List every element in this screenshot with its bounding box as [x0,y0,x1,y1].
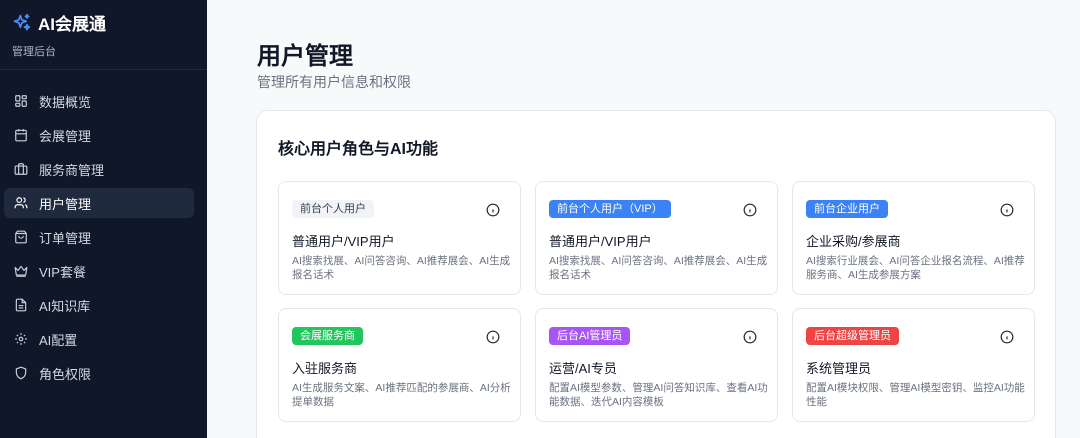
page-subtitle: 管理所有用户信息和权限 [257,74,411,90]
role-title: 普通用户/VIP用户 [549,234,652,249]
role-card-personal-user: 前台个人用户 普通用户/VIP用户 AI搜索找展、AI问答咨询、AI推荐展会、A… [278,181,521,295]
role-title: 运营/AI专员 [549,361,617,376]
role-description: AI搜索找展、AI问答咨询、AI推荐展会、AI生成报名话术 [292,255,511,281]
crown-icon [14,265,28,277]
sidebar-item-label: AI知识库 [39,298,91,314]
role-badge: 前台个人用户（VIP） [549,200,671,218]
role-badge: 后台超级管理员 [806,327,899,345]
users-icon [14,197,28,209]
brand-subtitle: 管理后台 [12,46,56,58]
sidebar: AI会展通 管理后台 数据概览 会展管理 服务商管理 用户管理 订单管理 VIP… [0,0,207,438]
sidebar-item-dashboard[interactable]: 数据概览 [4,86,194,116]
sidebar-item-label: VIP套餐 [39,264,86,280]
briefcase-icon [14,163,28,175]
role-card-service-provider: 会展服务商 入驻服务商 AI生成服务文案、AI推荐匹配的参展商、AI分析提单数据 [278,308,521,422]
brand: AI会展通 管理后台 [0,0,207,70]
panel-title: 核心用户角色与AI功能 [278,141,439,158]
role-card-vip-user: 前台个人用户（VIP） 普通用户/VIP用户 AI搜索找展、AI问答咨询、AI推… [535,181,778,295]
sidebar-item-users[interactable]: 用户管理 [4,188,194,218]
sidebar-item-label: 数据概览 [39,94,92,110]
sidebar-item-label: 用户管理 [39,196,92,212]
role-card-enterprise-user: 前台企业用户 企业采购/参展商 AI搜索行业展会、AI问答企业报名流程、AI推荐… [792,181,1035,295]
sidebar-item-knowledge[interactable]: AI知识库 [4,290,194,320]
user-roles-panel: 核心用户角色与AI功能 前台个人用户 普通用户/VIP用户 AI搜索找展、AI问… [256,110,1056,438]
dashboard-grid-icon [15,95,27,107]
calendar-icon [15,129,27,142]
info-icon[interactable] [1000,330,1014,344]
role-description: 配置AI模型参数、管理AI问答知识库、查看AI功能数据、迭代AI内容模板 [549,382,768,408]
role-badge: 后台AI管理员 [549,327,631,345]
role-badge: 前台企业用户 [806,200,888,218]
sidebar-item-label: 服务商管理 [39,162,105,178]
role-badge: 前台个人用户 [292,200,374,218]
sidebar-item-ai-config[interactable]: AI配置 [4,324,194,354]
info-icon[interactable] [486,330,500,344]
shopping-bag-icon [15,230,27,244]
sidebar-item-label: 角色权限 [39,366,92,382]
sidebar-item-providers[interactable]: 服务商管理 [4,154,194,184]
sidebar-nav: 数据概览 会展管理 服务商管理 用户管理 订单管理 VIP套餐 AI知识库 AI… [0,70,207,388]
role-title: 系统管理员 [806,361,872,376]
sidebar-item-label: 会展管理 [39,128,92,144]
gear-icon [15,333,27,345]
sidebar-item-vip[interactable]: VIP套餐 [4,256,194,286]
role-description: AI生成服务文案、AI推荐匹配的参展商、AI分析提单数据 [292,382,511,408]
sidebar-item-exhibitions[interactable]: 会展管理 [4,120,194,150]
sidebar-item-label: AI配置 [39,332,78,348]
role-description: AI搜索找展、AI问答咨询、AI推荐展会、AI生成报名话术 [549,255,768,281]
role-badge: 会展服务商 [292,327,363,345]
sparkles-icon [13,13,31,30]
role-description: 配置AI模块权限、管理AI模型密钥、监控AI功能性能 [806,382,1025,408]
role-title: 普通用户/VIP用户 [292,234,395,249]
role-title: 企业采购/参展商 [806,234,901,249]
role-description: AI搜索行业展会、AI问答企业报名流程、AI推荐服务商、AI生成参展方案 [806,255,1025,281]
document-icon [15,298,27,312]
info-icon[interactable] [486,203,500,217]
info-icon[interactable] [1000,203,1014,217]
page-title: 用户管理 [257,43,353,70]
sidebar-item-label: 订单管理 [39,230,92,246]
brand-title: AI会展通 [38,15,106,34]
info-icon[interactable] [743,330,757,344]
role-card-ai-admin: 后台AI管理员 运营/AI专员 配置AI模型参数、管理AI问答知识库、查看AI功… [535,308,778,422]
role-card-super-admin: 后台超级管理员 系统管理员 配置AI模块权限、管理AI模型密钥、监控AI功能性能 [792,308,1035,422]
sidebar-item-orders[interactable]: 订单管理 [4,222,194,252]
shield-icon [15,366,27,380]
role-title: 入驻服务商 [292,361,358,376]
info-icon[interactable] [743,203,757,217]
sidebar-item-roles[interactable]: 角色权限 [4,358,194,388]
main-content: 用户管理 管理所有用户信息和权限 核心用户角色与AI功能 前台个人用户 普通用户… [207,0,1080,438]
